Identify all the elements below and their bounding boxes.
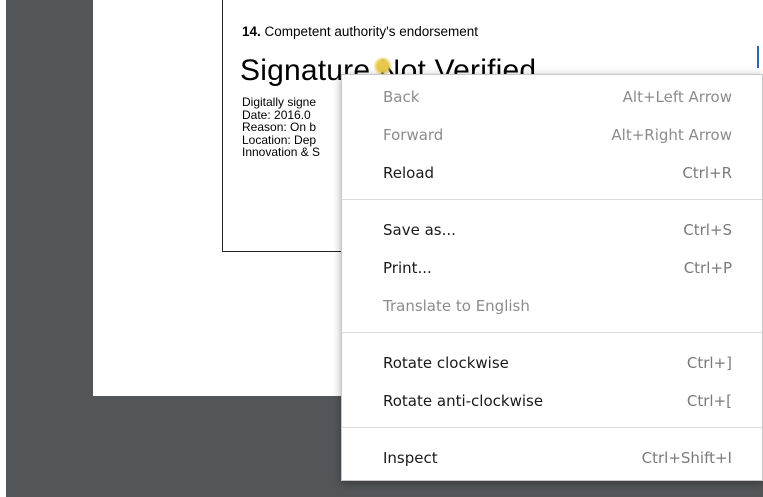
menu-item-rotate-anti-clockwise[interactable]: Rotate anti-clockwise Ctrl+[ [342, 382, 762, 420]
menu-item-shortcut: Alt+Left Arrow [622, 88, 732, 106]
menu-item-shortcut: Ctrl+P [683, 259, 732, 277]
menu-item-label: Save as... [383, 221, 456, 239]
menu-item-shortcut: Ctrl+Shift+I [641, 449, 732, 467]
menu-item-shortcut: Alt+Right Arrow [611, 126, 732, 144]
signature-details: Digitally signe Date: 2016.0 Reason: On … [242, 96, 340, 159]
menu-item-label: Translate to English [383, 297, 530, 315]
menu-item-reload[interactable]: Reload Ctrl+R [342, 154, 762, 192]
menu-item-shortcut: Ctrl+S [683, 221, 732, 239]
menu-item-translate[interactable]: Translate to English [342, 287, 762, 325]
menu-item-label: Print... [383, 259, 432, 277]
text-caret [757, 46, 759, 68]
signature-detail-line: Reason: On b [242, 120, 317, 134]
menu-item-forward[interactable]: Forward Alt+Right Arrow [342, 116, 762, 154]
menu-item-label: Reload [383, 164, 435, 182]
signature-detail-line: Digitally signe [242, 96, 317, 109]
menu-separator [342, 332, 762, 333]
menu-item-back[interactable]: Back Alt+Left Arrow [342, 78, 762, 116]
field-title: Competent authority's endorsement [264, 24, 478, 39]
menu-item-shortcut: Ctrl+] [686, 354, 732, 372]
menu-item-save-as[interactable]: Save as... Ctrl+S [342, 211, 762, 249]
signature-detail-line: Innovation & S [242, 145, 321, 159]
menu-item-label: Inspect [383, 449, 438, 467]
field-heading: 14. Competent authority's endorsement [242, 24, 478, 39]
menu-item-label: Back [383, 88, 420, 106]
menu-item-label: Rotate anti-clockwise [383, 392, 544, 410]
menu-item-shortcut: Ctrl+[ [686, 392, 732, 410]
menu-item-inspect[interactable]: Inspect Ctrl+Shift+I [342, 439, 762, 477]
menu-item-rotate-clockwise[interactable]: Rotate clockwise Ctrl+] [342, 344, 762, 382]
menu-item-shortcut: Ctrl+R [682, 164, 732, 182]
signature-validity-icon [374, 57, 396, 75]
menu-separator [342, 427, 762, 428]
context-menu: Back Alt+Left Arrow Forward Alt+Right Ar… [341, 74, 763, 481]
menu-item-label: Forward [383, 126, 444, 144]
field-number: 14. [242, 24, 261, 39]
menu-separator [342, 199, 762, 200]
menu-item-print[interactable]: Print... Ctrl+P [342, 249, 762, 287]
menu-item-label: Rotate clockwise [383, 354, 509, 372]
